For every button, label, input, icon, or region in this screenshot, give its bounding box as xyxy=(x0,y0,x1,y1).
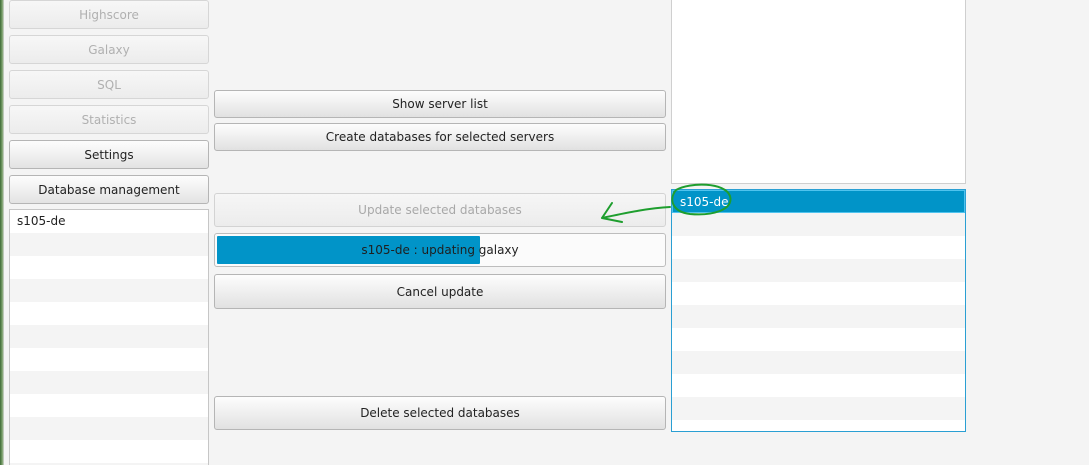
empty-row xyxy=(10,325,208,348)
create-databases-button[interactable]: Create databases for selected servers xyxy=(214,123,666,151)
progress-label: s105-de : updating galaxy xyxy=(361,243,519,257)
update-databases-button[interactable]: Update selected databases xyxy=(214,193,666,227)
server-list-item[interactable]: s105-de xyxy=(10,210,208,233)
empty-row xyxy=(672,236,965,259)
empty-row xyxy=(10,417,208,440)
empty-row xyxy=(672,213,965,236)
empty-row xyxy=(672,305,965,328)
empty-row xyxy=(672,374,965,397)
empty-row xyxy=(10,348,208,371)
empty-row xyxy=(10,302,208,325)
window-edge xyxy=(0,0,4,465)
nav-sql-button[interactable]: SQL xyxy=(9,70,209,99)
empty-row xyxy=(10,256,208,279)
empty-row xyxy=(672,420,965,431)
server-details-panel xyxy=(671,0,966,184)
empty-row xyxy=(672,351,965,374)
nav-database-management-button[interactable]: Database management xyxy=(9,175,209,204)
nav-statistics-button[interactable]: Statistics xyxy=(9,105,209,134)
empty-row xyxy=(672,328,965,351)
database-list[interactable]: s105-de xyxy=(671,189,966,432)
database-management-window: Highscore Galaxy SQL Statistics Settings… xyxy=(0,0,1089,465)
empty-row xyxy=(10,440,208,463)
empty-row xyxy=(672,282,965,305)
delete-databases-button[interactable]: Delete selected databases xyxy=(214,396,666,430)
empty-row xyxy=(10,233,208,256)
database-list-item[interactable]: s105-de xyxy=(672,190,965,213)
empty-row xyxy=(10,371,208,394)
server-list[interactable]: s105-de xyxy=(9,209,209,465)
nav-highscore-button[interactable]: Highscore xyxy=(9,0,209,29)
update-progress-bar: s105-de : updating galaxy xyxy=(214,233,666,267)
nav-galaxy-button[interactable]: Galaxy xyxy=(9,35,209,64)
empty-row xyxy=(10,394,208,417)
empty-row xyxy=(672,397,965,420)
empty-row xyxy=(672,259,965,282)
empty-row xyxy=(10,279,208,302)
cancel-update-button[interactable]: Cancel update xyxy=(214,274,666,309)
show-server-list-button[interactable]: Show server list xyxy=(214,90,666,118)
nav-settings-button[interactable]: Settings xyxy=(9,140,209,169)
